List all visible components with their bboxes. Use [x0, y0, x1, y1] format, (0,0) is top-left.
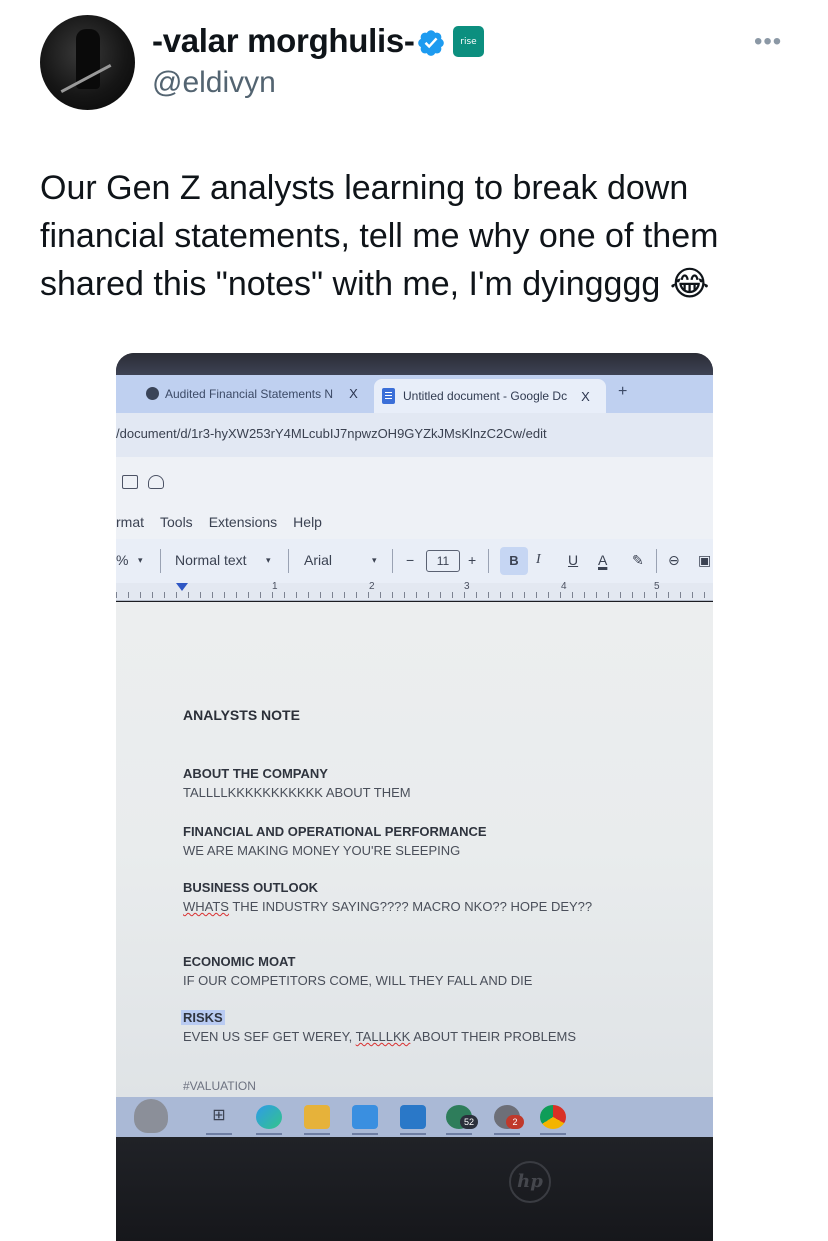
ruler-number: 5 — [654, 581, 660, 592]
author-name[interactable]: -valar morghulis- — [152, 22, 415, 60]
zoom-select[interactable]: % — [116, 552, 128, 568]
ruler-number: 1 — [272, 581, 278, 592]
underline-button[interactable]: U — [568, 552, 578, 568]
edge-browser-icon[interactable] — [256, 1105, 282, 1135]
hp-logo: hp — [509, 1161, 551, 1203]
close-icon[interactable]: X — [349, 386, 358, 401]
section-heading: BUSINESS OUTLOOK — [183, 880, 319, 895]
highlight-pen-icon[interactable]: ✎ — [632, 552, 644, 569]
notification-badge: 52 — [460, 1115, 478, 1129]
section-heading: ABOUT THE COMPANY — [183, 766, 328, 781]
section-body-text: EVEN US SEF GET WEREY, — [183, 1029, 356, 1044]
author-handle[interactable]: @eldivyn — [152, 66, 276, 100]
font-size-input[interactable]: 11 — [426, 550, 460, 572]
ruler-number: 4 — [561, 581, 567, 592]
menu-extensions[interactable]: Extensions — [209, 514, 277, 530]
tab-title: Untitled document - Google Dc — [403, 389, 568, 403]
toolbar-divider — [488, 549, 489, 573]
section-body: TALLLLKKKKKKKKKKK ABOUT THEM — [183, 785, 411, 800]
chevron-down-icon[interactable]: ▾ — [372, 555, 377, 566]
section-body: WE ARE MAKING MONEY YOU'RE SLEEPING — [183, 843, 461, 858]
menu-tools[interactable]: Tools — [160, 514, 193, 530]
toolbar-divider — [392, 549, 393, 573]
store-icon[interactable] — [352, 1105, 378, 1135]
font-select[interactable]: Arial — [304, 552, 332, 568]
docs-toolbar: % ▾ Normal text ▾ Arial ▾ − 11 + B I U A… — [116, 539, 713, 583]
avatar[interactable] — [40, 15, 135, 110]
more-horizontal-icon[interactable]: ••• — [754, 30, 782, 54]
add-comment-icon[interactable]: ▣ — [698, 552, 711, 569]
task-view-icon[interactable]: ⊞ — [206, 1105, 232, 1135]
laptop-body: hp — [116, 1137, 713, 1241]
ruler-ticks — [116, 592, 713, 598]
italic-button[interactable]: I — [536, 552, 541, 568]
section-body-text: THE INDUSTRY SAYING???? MACRO NKO?? HOPE… — [228, 899, 593, 914]
docs-ruler[interactable]: 1 2 3 4 5 — [116, 581, 713, 601]
ruler-number: 3 — [464, 581, 470, 592]
docs-menu-bar: rmat Tools Extensions Help — [116, 505, 713, 539]
chevron-down-icon[interactable]: ▾ — [266, 555, 271, 566]
windows-taskbar: ⊞ 52 2 — [116, 1097, 713, 1139]
new-tab-button[interactable]: + — [618, 383, 627, 401]
tweet-body: Our Gen Z analysts learning to break dow… — [40, 169, 719, 303]
docs-title-row — [116, 457, 713, 505]
tweet-text: Our Gen Z analysts learning to break dow… — [40, 164, 800, 308]
tab-title: Audited Financial Statements N — [165, 386, 334, 401]
file-explorer-icon[interactable] — [304, 1105, 330, 1135]
text-color-button[interactable]: A — [598, 552, 607, 568]
mail-icon[interactable] — [400, 1105, 426, 1135]
section-body: EVEN US SEF GET WEREY, TALLLKK ABOUT THE… — [183, 1029, 576, 1044]
chrome-icon[interactable] — [540, 1105, 566, 1135]
section-body-text: ABOUT THEIR PROBLEMS — [410, 1029, 577, 1044]
section-body: IF OUR COMPETITORS COME, WILL THEY FALL … — [183, 973, 533, 988]
paragraph-style-select[interactable]: Normal text — [175, 552, 247, 568]
valuation-heading: #VALUATION — [183, 1079, 256, 1093]
url-text[interactable]: /document/d/1r3-hyXW253rY4MLcubIJ7npwzOH… — [116, 426, 547, 441]
toolbar-divider — [656, 549, 657, 573]
weather-widget-icon[interactable] — [134, 1099, 168, 1139]
notification-badge: 2 — [506, 1115, 524, 1129]
increase-font-size-button[interactable]: + — [468, 552, 476, 568]
chevron-down-icon[interactable]: ▾ — [138, 555, 143, 566]
misspelled-word[interactable]: WHATS — [183, 899, 229, 914]
site-icon — [146, 387, 159, 400]
section-body: WHATS THE INDUSTRY SAYING???? MACRO NKO?… — [183, 899, 592, 914]
laptop-bezel — [116, 353, 713, 375]
browser-tab-bar: Audited Financial Statements N X Untitle… — [116, 375, 713, 413]
browser-tab-audited[interactable]: Audited Financial Statements N X — [146, 386, 358, 401]
affiliate-badge[interactable]: rise — [453, 26, 484, 57]
document-page[interactable]: ANALYSTS NOTE ABOUT THE COMPANY TALLLLKK… — [116, 602, 713, 1097]
menu-format[interactable]: rmat — [116, 514, 144, 530]
tweet-photo[interactable]: Audited Financial Statements N X Untitle… — [116, 353, 713, 1241]
toolbar-divider — [288, 549, 289, 573]
section-heading: ECONOMIC MOAT — [183, 954, 296, 969]
toolbar-divider — [160, 549, 161, 573]
bold-button[interactable]: B — [500, 547, 528, 575]
decrease-font-size-button[interactable]: − — [406, 552, 414, 568]
browser-tab-untitled-doc[interactable]: Untitled document - Google Dc X — [374, 379, 606, 413]
move-to-folder-icon[interactable] — [122, 475, 138, 489]
menu-help[interactable]: Help — [293, 514, 322, 530]
cloud-status-icon[interactable] — [148, 475, 164, 489]
section-heading: FINANCIAL AND OPERATIONAL PERFORMANCE — [183, 824, 487, 839]
note-title: ANALYSTS NOTE — [183, 707, 300, 723]
ruler-number: 2 — [369, 581, 375, 592]
tears-of-joy-emoji-icon: 😂 — [669, 265, 710, 303]
indent-marker-icon[interactable] — [176, 583, 188, 591]
misspelled-word[interactable]: TALLLKK — [356, 1029, 411, 1044]
verified-badge-icon — [418, 30, 444, 56]
address-bar[interactable]: /document/d/1r3-hyXW253rY4MLcubIJ7npwzOH… — [116, 413, 713, 457]
google-docs-icon — [382, 388, 395, 404]
section-heading-selected: RISKS — [181, 1010, 225, 1025]
insert-link-icon[interactable]: ⊖ — [668, 552, 680, 569]
close-icon[interactable]: X — [581, 389, 590, 404]
